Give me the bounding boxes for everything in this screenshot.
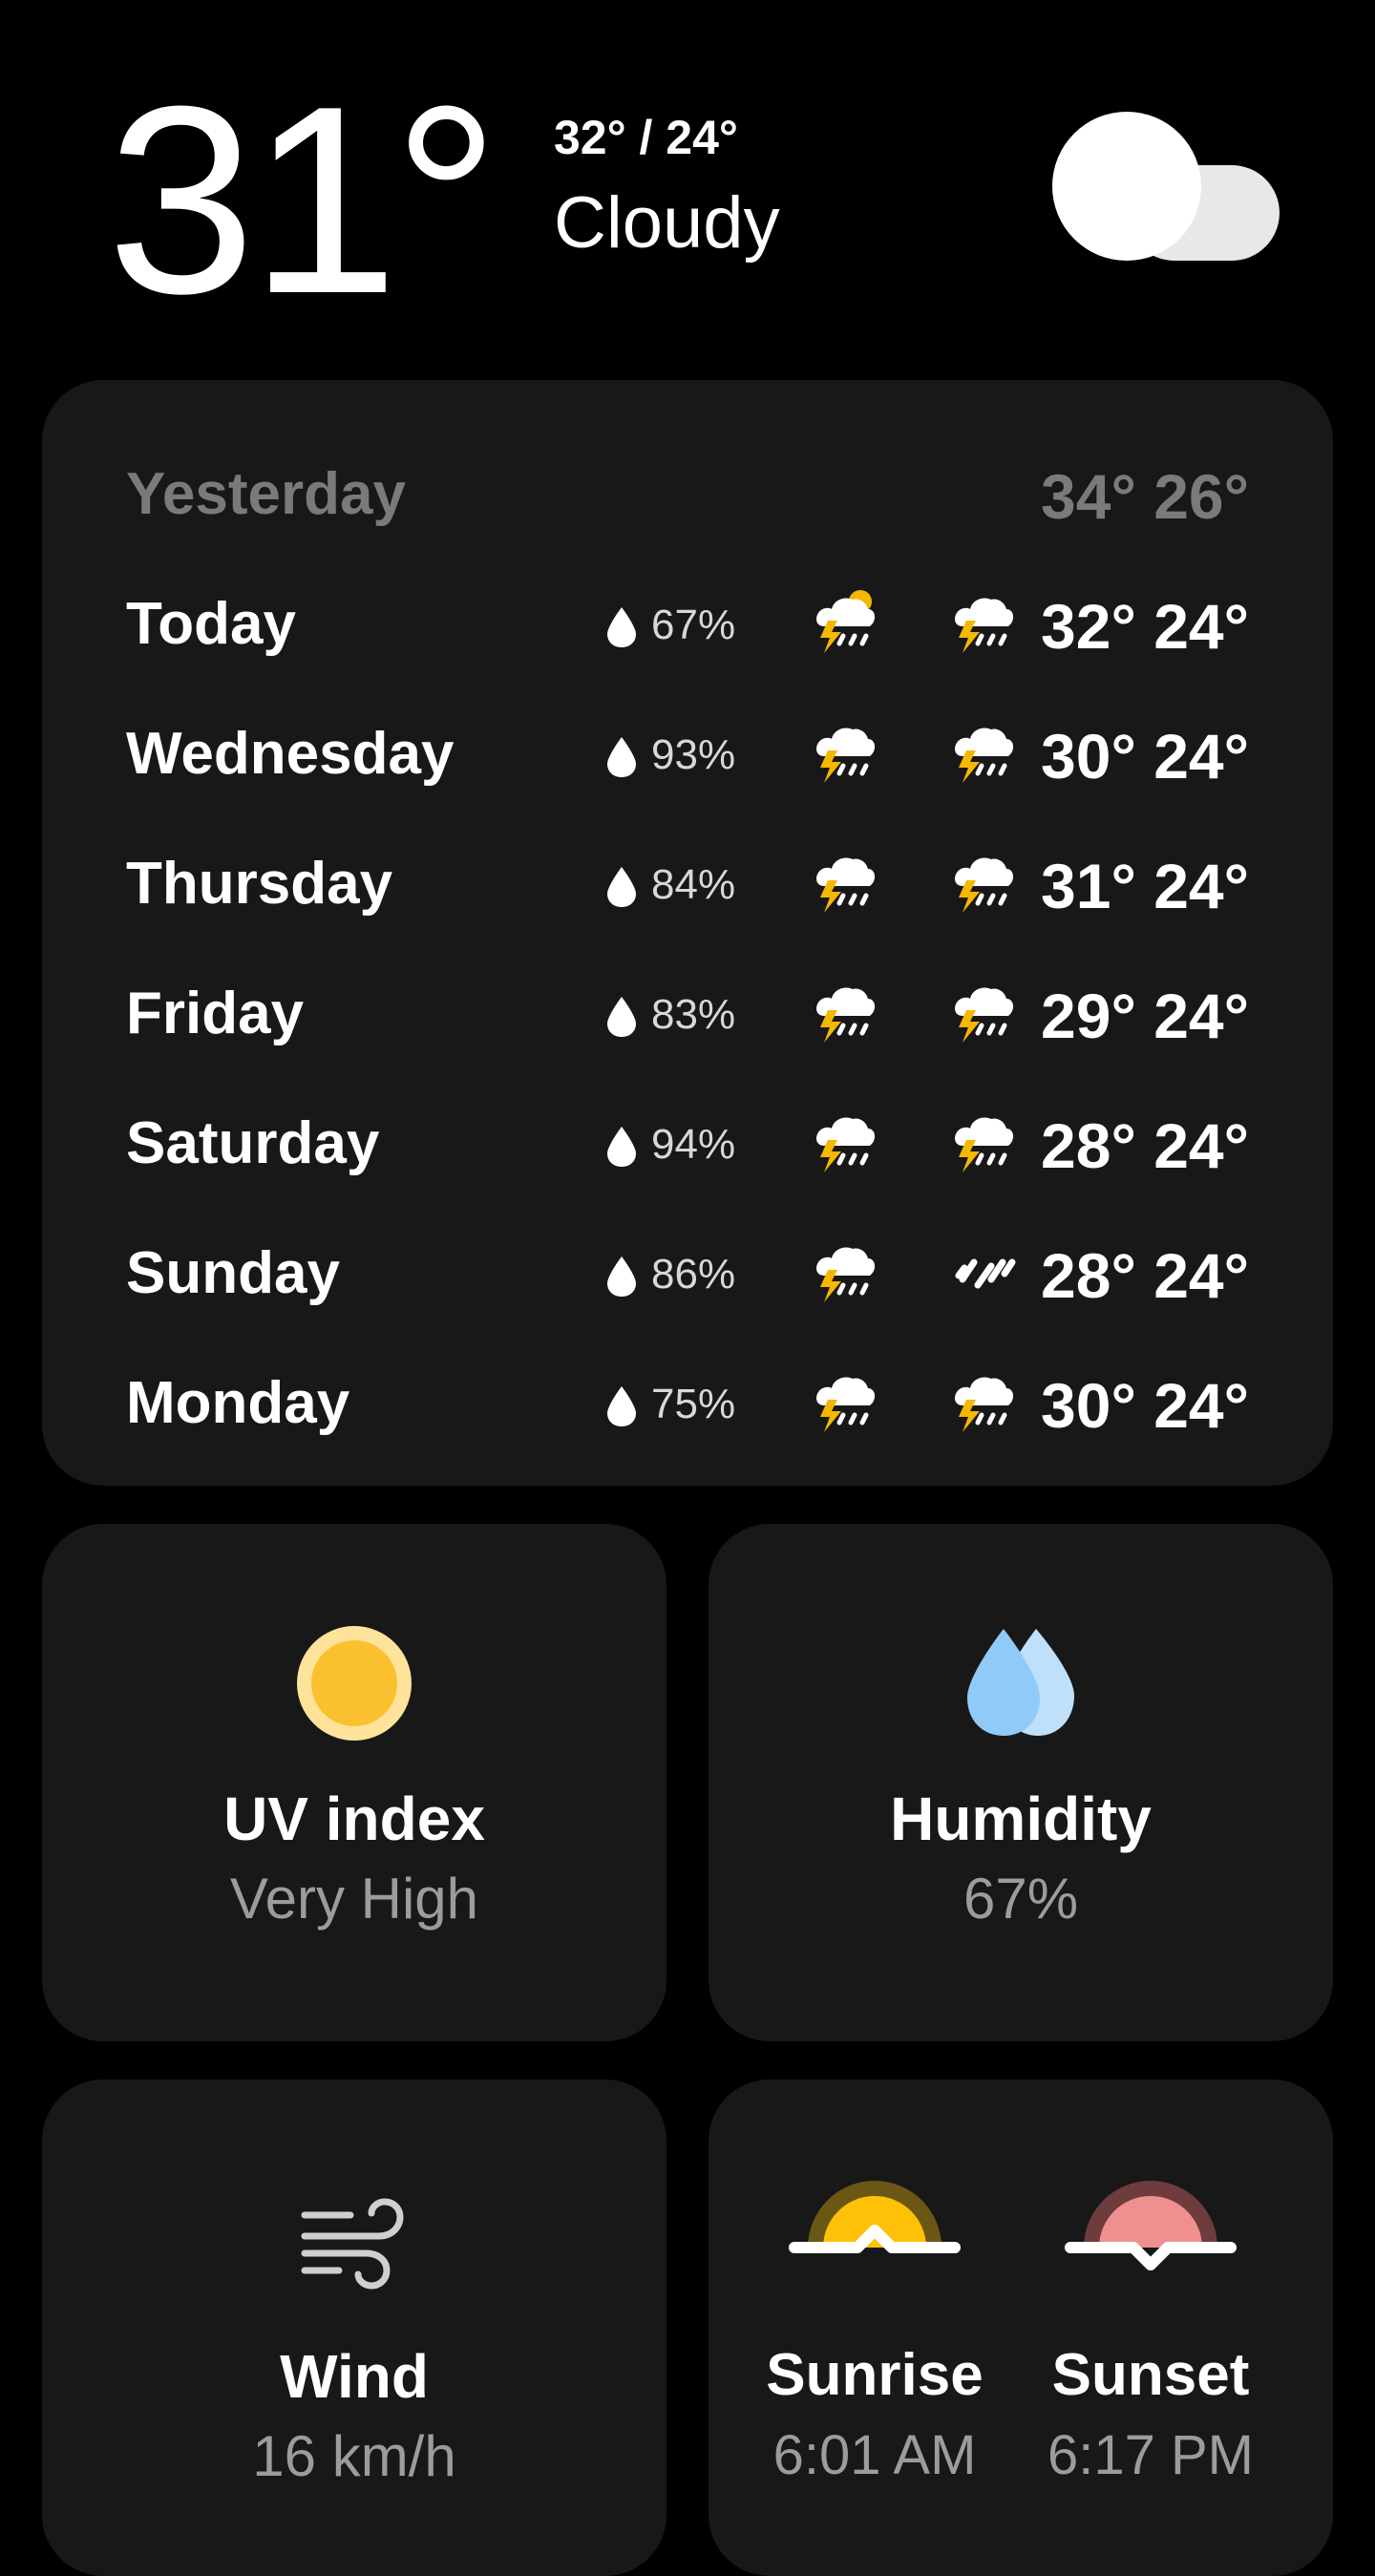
- raindrop-icon: [605, 1384, 638, 1428]
- sunrise-time: 6:01 AM: [772, 2424, 977, 2486]
- thunderstorm-icon: [949, 588, 1018, 657]
- thunderstorm-icon: [949, 1367, 1018, 1436]
- forecast-row[interactable]: Monday 75% 30° 24°: [42, 1344, 1333, 1449]
- forecast-row[interactable]: Today 67% 32° 24°: [42, 565, 1333, 670]
- thunderstorm-icon: [811, 1367, 879, 1436]
- thunderstorm-icon: [811, 848, 879, 917]
- precipitation-chance: 67%: [605, 600, 749, 657]
- wind-value: 16 km/h: [252, 2424, 456, 2488]
- precipitation-chance: 94%: [605, 1119, 749, 1176]
- forecast-day: Wednesday: [126, 721, 455, 787]
- forecast-temps: 28° 24°: [1041, 1110, 1249, 1181]
- sunrise-icon: [731, 2146, 1018, 2266]
- forecast-temps: 32° 24°: [1041, 591, 1249, 662]
- forecast-row[interactable]: Saturday 94% 28° 24°: [42, 1085, 1333, 1190]
- precipitation-percent: 83%: [651, 991, 736, 1038]
- precipitation-chance: 75%: [605, 1379, 749, 1436]
- thunderstorm-icon: [811, 1108, 879, 1176]
- precipitation-percent: 75%: [651, 1381, 736, 1427]
- thunderstorm-icon: [811, 718, 879, 787]
- sunrise-sunset-tile[interactable]: Sunrise 6:01 AM Sunset 6:17 PM: [709, 2080, 1333, 2576]
- sun-icon: [42, 1625, 666, 1746]
- forecast-day: Saturday: [126, 1110, 380, 1176]
- wind-label: Wind: [280, 2342, 429, 2411]
- forecast-row[interactable]: Sunday 86% 28° 24°: [42, 1214, 1333, 1320]
- raindrop-icon: [605, 1125, 638, 1169]
- forecast-day: Friday: [126, 981, 305, 1046]
- precipitation-percent: 93%: [651, 731, 736, 778]
- humidity-drops-icon: [709, 1623, 1333, 1742]
- forecast-day: Monday: [126, 1370, 350, 1436]
- cloudy-icon: [1052, 112, 1280, 261]
- thunderstorm-icon: [811, 978, 879, 1046]
- humidity-tile[interactable]: Humidity 67%: [709, 1524, 1333, 2041]
- rain-icon: [949, 1237, 1018, 1306]
- uv-index-label: UV index: [223, 1784, 485, 1853]
- precipitation-percent: 94%: [651, 1121, 736, 1168]
- forecast-temps: 34° 26°: [1041, 461, 1249, 532]
- forecast-day: Sunday: [126, 1240, 340, 1306]
- forecast-temps: 30° 24°: [1041, 1370, 1249, 1441]
- humidity-label: Humidity: [890, 1784, 1152, 1853]
- raindrop-icon: [605, 995, 638, 1039]
- sunrise-label: Sunrise: [766, 2342, 984, 2408]
- raindrop-icon: [605, 735, 638, 779]
- precipitation-chance: 86%: [605, 1249, 749, 1306]
- forecast-day: Yesterday: [126, 461, 406, 527]
- precipitation-chance: 93%: [605, 729, 749, 787]
- uv-index-value: Very High: [229, 1867, 479, 1931]
- precipitation-percent: 84%: [651, 861, 736, 908]
- forecast-temps: 31° 24°: [1041, 851, 1249, 921]
- forecast-row[interactable]: Friday 83% 29° 24°: [42, 955, 1333, 1060]
- sunset-label: Sunset: [1051, 2342, 1250, 2408]
- forecast-temps: 30° 24°: [1041, 721, 1249, 792]
- forecast-day: Today: [126, 591, 296, 657]
- precipitation-chance: 83%: [605, 989, 749, 1046]
- current-weather-header: 31° 32° / 24° Cloudy: [0, 0, 1375, 382]
- precipitation-percent: 86%: [651, 1251, 736, 1298]
- raindrop-icon: [605, 605, 638, 649]
- sunset-icon: [1007, 2146, 1294, 2275]
- forecast-day: Thursday: [126, 851, 393, 917]
- daily-forecast-card[interactable]: Yesterday 34° 26° Today 67% 32° 24° Wednesd…: [42, 380, 1333, 1486]
- thunderstorm-icon: [949, 848, 1018, 917]
- sunset-time: 6:17 PM: [1047, 2424, 1254, 2486]
- wind-icon: [42, 2194, 666, 2294]
- precipitation-chance: 84%: [605, 859, 749, 917]
- thunderstorm-icon: [811, 1237, 879, 1306]
- raindrop-icon: [605, 1255, 638, 1299]
- raindrop-icon: [605, 865, 638, 909]
- forecast-row[interactable]: Thursday 84% 31° 24°: [42, 825, 1333, 930]
- humidity-value: 67%: [962, 1867, 1079, 1931]
- forecast-row-yesterday[interactable]: Yesterday 34° 26°: [42, 435, 1333, 540]
- thunderstorm-icon: [949, 718, 1018, 787]
- precipitation-percent: 67%: [651, 602, 736, 648]
- forecast-temps: 28° 24°: [1041, 1240, 1249, 1311]
- forecast-row[interactable]: Wednesday 93% 30° 24°: [42, 695, 1333, 800]
- high-low-temperature: 32° / 24°: [554, 111, 738, 164]
- thunderstorm-icon: [949, 978, 1018, 1046]
- wind-tile[interactable]: Wind 16 km/h: [42, 2080, 666, 2576]
- current-temperature: 31°: [107, 52, 499, 349]
- weather-condition: Cloudy: [554, 182, 780, 264]
- uv-index-tile[interactable]: UV index Very High: [42, 1524, 666, 2041]
- thunderstorm-icon: [949, 1108, 1018, 1176]
- thunder-sun-icon: [811, 588, 879, 657]
- forecast-temps: 29° 24°: [1041, 981, 1249, 1051]
